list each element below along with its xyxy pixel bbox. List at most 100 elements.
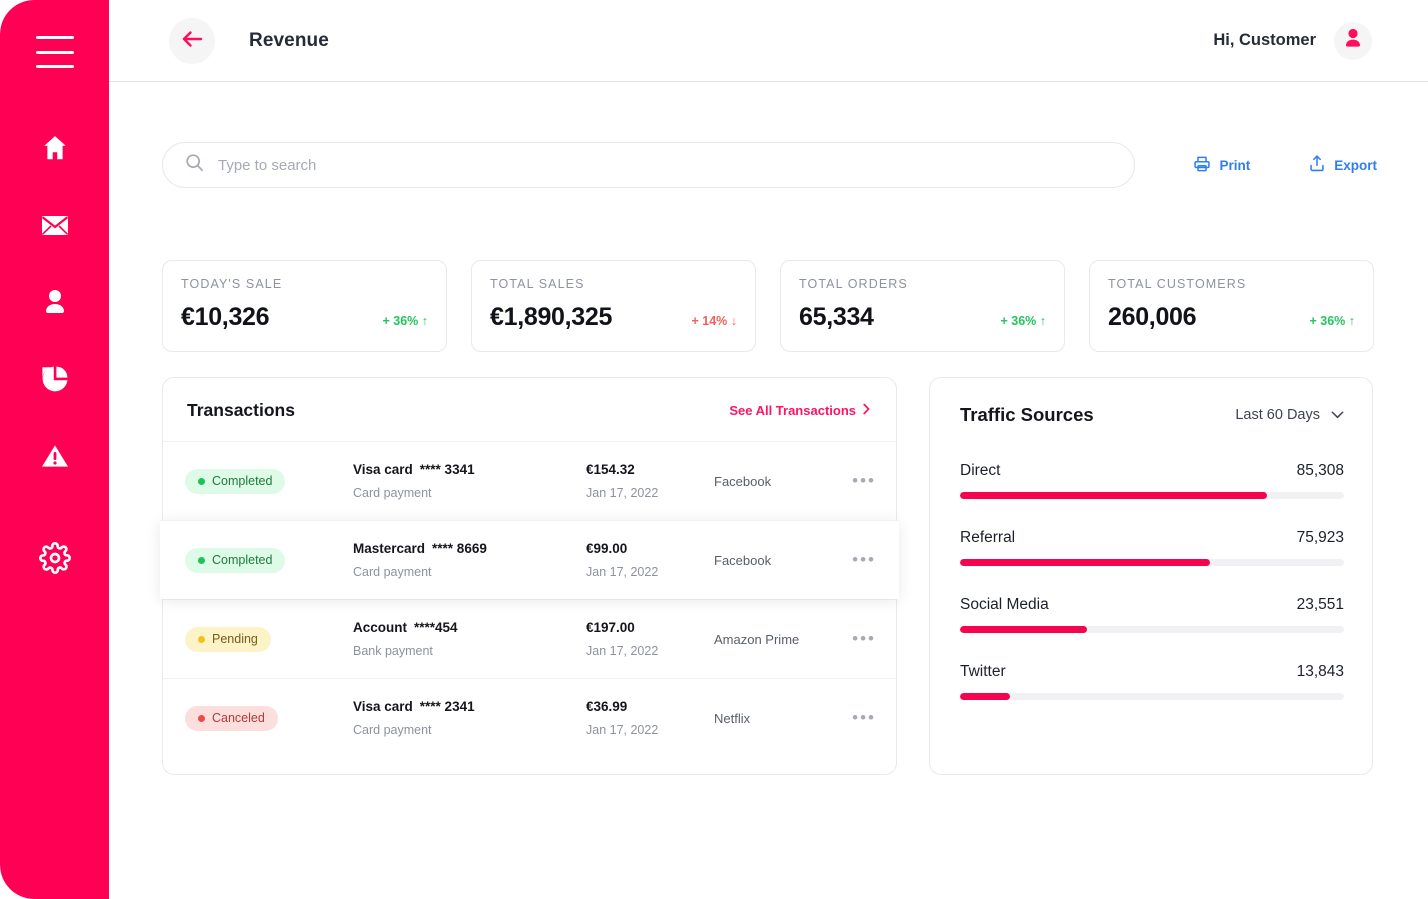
sidebar-item-user[interactable] bbox=[33, 280, 77, 324]
stat-delta: + 36% ↑ bbox=[1309, 314, 1355, 328]
progress-track bbox=[960, 492, 1344, 499]
list-item: Referral 75,923 bbox=[960, 529, 1344, 566]
more-options-icon[interactable]: ••• bbox=[852, 472, 876, 489]
method-line: Visa card **** 2341 bbox=[353, 699, 586, 714]
hamburger-bar bbox=[35, 36, 74, 39]
traffic-sources-header: Traffic Sources Last 60 Days bbox=[960, 404, 1344, 426]
stat-delta: + 36% ↑ bbox=[382, 314, 428, 328]
transactions-title: Transactions bbox=[187, 400, 295, 420]
status-dot-icon bbox=[198, 714, 205, 722]
source-label: Facebook bbox=[714, 552, 772, 568]
method-line: Account ****454 bbox=[353, 620, 586, 635]
stat-label: TOTAL ORDERS bbox=[799, 277, 908, 291]
transactions-list: Completed Visa card **** 3341 Card paymen… bbox=[160, 441, 899, 757]
traffic-source-value: 85,308 bbox=[1296, 462, 1344, 479]
traffic-source-value: 23,551 bbox=[1296, 596, 1344, 613]
stat-delta: + 14% ↓ bbox=[691, 314, 737, 328]
date-range-label: Last 60 Days bbox=[1235, 407, 1320, 423]
table-row[interactable]: Completed Mastercard **** 8669 Card payme… bbox=[160, 520, 899, 599]
more-options-icon[interactable]: ••• bbox=[852, 551, 876, 568]
status-label: Canceled bbox=[212, 711, 265, 725]
status-cell: Canceled bbox=[185, 705, 353, 731]
status-badge: Completed bbox=[185, 468, 286, 494]
status-badge: Completed bbox=[185, 547, 286, 573]
back-button[interactable] bbox=[169, 17, 215, 64]
header-actions: Hi, Customer bbox=[1213, 21, 1372, 60]
more-options-icon[interactable]: ••• bbox=[852, 630, 876, 647]
print-button[interactable]: Print bbox=[1193, 155, 1250, 176]
export-button[interactable]: Export bbox=[1308, 154, 1377, 176]
table-row[interactable]: Canceled Visa card **** 2341 Card payment… bbox=[163, 678, 896, 757]
progress-fill bbox=[960, 492, 1268, 499]
progress-track bbox=[960, 626, 1344, 633]
method-name: Visa card bbox=[353, 699, 413, 714]
page-header: Revenue Hi, Customer bbox=[109, 0, 1428, 82]
method-cell: Visa card **** 3341 Card payment bbox=[353, 462, 586, 500]
more-options-icon[interactable]: ••• bbox=[852, 709, 876, 726]
export-label: Export bbox=[1334, 157, 1377, 173]
amount-cell: €197.00 Jan 17, 2022 bbox=[586, 620, 714, 658]
sidebar-item-home[interactable] bbox=[33, 126, 77, 170]
sidebar-item-analytics[interactable] bbox=[33, 357, 77, 401]
traffic-source-value: 75,923 bbox=[1296, 529, 1344, 546]
sidebar-item-settings[interactable] bbox=[33, 536, 77, 580]
status-cell: Completed bbox=[185, 547, 353, 573]
traffic-source-name: Social Media bbox=[960, 596, 1049, 613]
chevron-right-icon bbox=[863, 403, 870, 418]
traffic-row: Twitter 13,843 bbox=[960, 663, 1344, 681]
stat-card: TOTAL CUSTOMERS 260,006 + 36% ↑ bbox=[1089, 260, 1374, 352]
traffic-row: Referral 75,923 bbox=[960, 529, 1344, 547]
method-sub: Card payment bbox=[353, 565, 432, 579]
avatar[interactable] bbox=[1334, 21, 1372, 60]
row-actions: ••• bbox=[852, 630, 876, 649]
method-cell: Visa card **** 2341 Card payment bbox=[353, 699, 586, 737]
dashboard-app: Revenue Hi, Customer Type to search Prin… bbox=[0, 0, 1428, 899]
hamburger-menu-icon[interactable] bbox=[35, 36, 74, 68]
stat-label: TOTAL CUSTOMERS bbox=[1108, 277, 1247, 291]
search-input[interactable] bbox=[218, 156, 1113, 174]
see-all-transactions-link[interactable]: See All Transactions bbox=[729, 403, 870, 418]
card-mask: **** 8669 bbox=[432, 541, 487, 556]
chevron-down-icon bbox=[1331, 407, 1344, 423]
row-actions: ••• bbox=[852, 472, 876, 491]
status-dot-icon bbox=[198, 635, 205, 643]
method-cell: Mastercard **** 8669 Card payment bbox=[353, 541, 586, 579]
row-actions: ••• bbox=[852, 551, 876, 570]
transactions-panel: Transactions See All Transactions Comple… bbox=[160, 377, 899, 775]
sidebar-nav bbox=[33, 126, 77, 478]
source-label: Netflix bbox=[714, 710, 751, 726]
pie-chart-icon bbox=[40, 364, 70, 394]
traffic-sources-panel: Traffic Sources Last 60 Days Direct 85,3… bbox=[929, 377, 1373, 775]
status-dot-icon bbox=[198, 556, 205, 564]
panels: Transactions See All Transactions Comple… bbox=[160, 377, 1373, 775]
sidebar-item-alerts[interactable] bbox=[33, 434, 77, 478]
stat-value: €1,890,325 bbox=[490, 303, 613, 331]
list-item: Social Media 23,551 bbox=[960, 596, 1344, 633]
hamburger-bar bbox=[35, 50, 74, 54]
date-range-select[interactable]: Last 60 Days bbox=[1235, 407, 1344, 423]
stat-row: 260,006 + 36% ↑ bbox=[1108, 303, 1355, 332]
amount-cell: €154.32 Jan 17, 2022 bbox=[586, 462, 714, 500]
amount-value: €99.00 bbox=[586, 541, 628, 556]
progress-track bbox=[960, 693, 1344, 700]
card-mask: **** 2341 bbox=[419, 699, 475, 714]
table-row[interactable]: Completed Visa card **** 3341 Card paymen… bbox=[163, 441, 896, 520]
status-cell: Pending bbox=[185, 626, 353, 652]
method-sub: Card payment bbox=[353, 723, 432, 737]
amount-value: €197.00 bbox=[586, 620, 635, 635]
search-box[interactable] bbox=[162, 142, 1136, 188]
method-sub: Bank payment bbox=[353, 644, 433, 658]
traffic-source-name: Direct bbox=[960, 462, 1001, 479]
sidebar-item-mail[interactable] bbox=[33, 203, 77, 247]
method-line: Mastercard **** 8669 bbox=[353, 541, 586, 556]
list-item: Direct 85,308 bbox=[960, 462, 1344, 499]
stat-value: €10,326 bbox=[181, 303, 270, 331]
amount-value: €36.99 bbox=[586, 699, 628, 714]
traffic-sources-title: Traffic Sources bbox=[960, 404, 1094, 425]
status-cell: Completed bbox=[185, 468, 353, 494]
table-row[interactable]: Pending Account ****454 Bank payment €197… bbox=[163, 599, 896, 678]
source-label: Amazon Prime bbox=[714, 631, 800, 647]
alert-triangle-icon bbox=[40, 442, 70, 470]
upload-icon bbox=[1308, 154, 1326, 176]
traffic-source-value: 13,843 bbox=[1296, 663, 1344, 680]
